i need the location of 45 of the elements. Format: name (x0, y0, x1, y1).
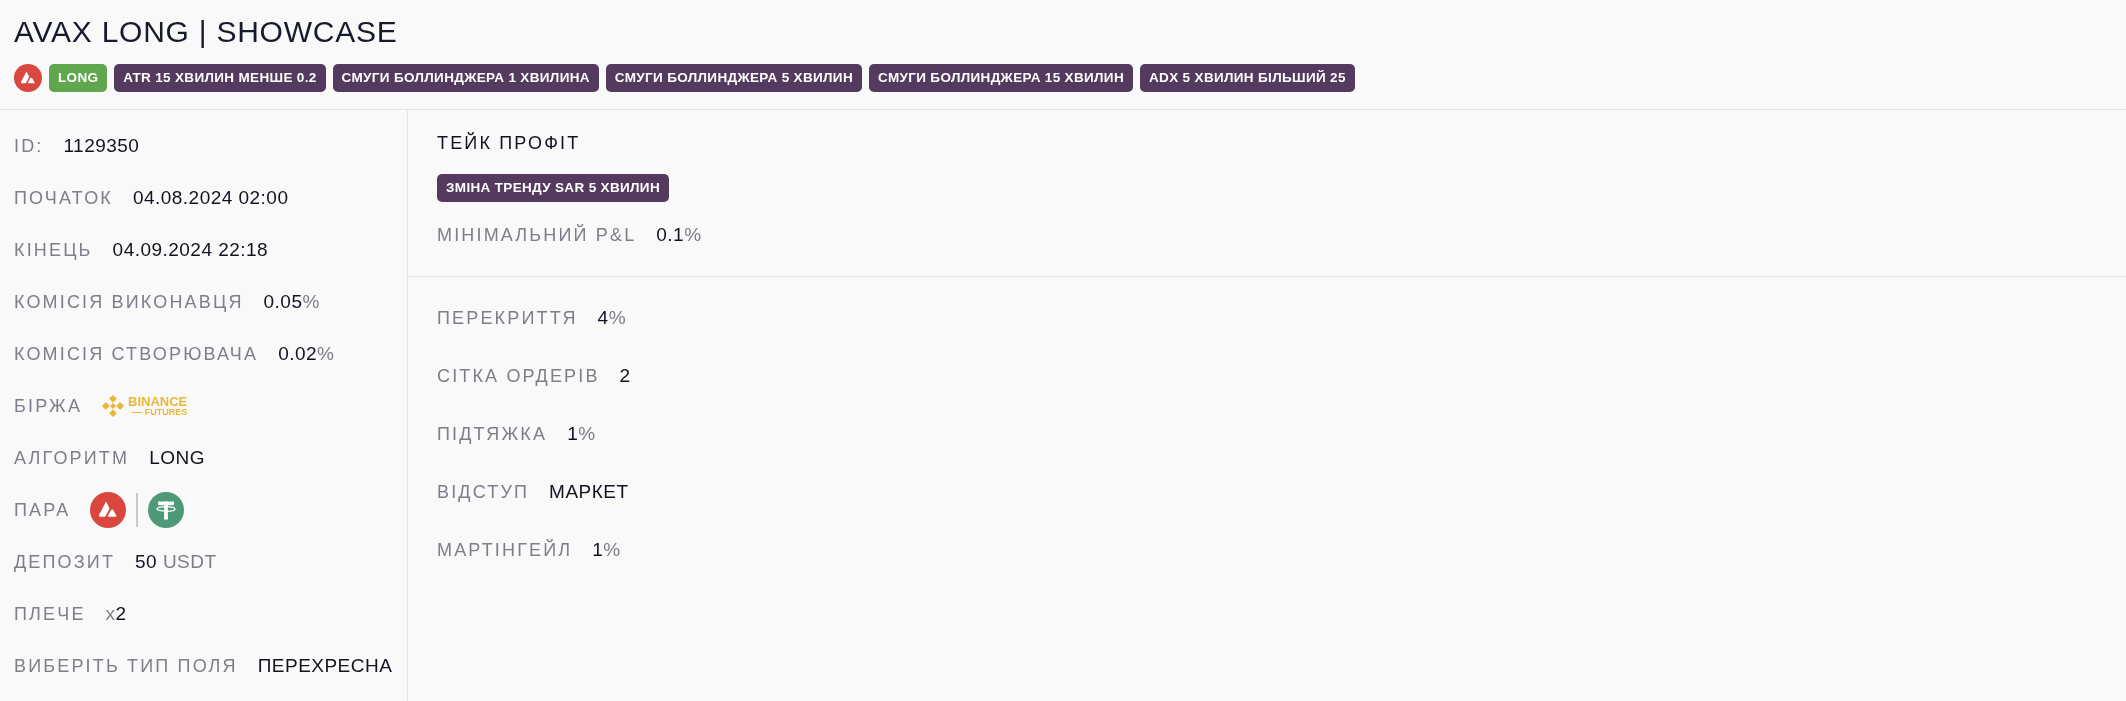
field-label: ПІДТЯЖКА (437, 422, 548, 446)
page-title: AVAX LONG | SHOWCASE (14, 14, 399, 50)
field-value: 0.02% (278, 341, 335, 366)
field-value: 04.08.2024 02:00 (132, 185, 289, 210)
avalanche-coin-icon (90, 492, 127, 528)
tether-coin-icon (148, 492, 185, 528)
exchange-logo: BINANCE FUTURES (102, 395, 188, 417)
field-value: МАРКЕТ (549, 480, 629, 504)
field-value: 04.09.2024 22:18 (112, 237, 269, 262)
field-value: 0.1% (656, 223, 702, 247)
field-label: ВИБЕРІТЬ ТИП ПОЛЯ (14, 654, 238, 678)
field-value: 1% (567, 422, 596, 446)
field-value: x2 (105, 601, 127, 626)
field-label: КІНЕЦЬ (14, 238, 93, 262)
field-label: ID: (14, 134, 44, 158)
tag: СМУГИ БОЛЛИНДЖЕРА 5 ХВИЛИН (605, 64, 862, 93)
field-value: 1% (592, 538, 621, 562)
field-label: ПЕРЕКРИТТЯ (437, 306, 578, 330)
field-label: КОМІСІЯ СТВОРЮВАЧА (14, 342, 259, 366)
field-value: 50 USDT (135, 549, 217, 574)
tag: СМУГИ БОЛЛИНДЖЕРА 1 ХВИЛИНА (332, 64, 599, 93)
field-value: LONG (149, 445, 205, 470)
tag: СМУГИ БОЛЛИНДЖЕРА 15 ХВИЛИН (869, 64, 1133, 93)
field-label: ПОЧАТОК (14, 186, 113, 210)
field-label: МАРТІНГЕЙЛ (437, 538, 573, 562)
field-label: СІТКА ОРДЕРІВ (437, 364, 600, 388)
field-label: АЛГОРИТМ (14, 446, 130, 470)
section-title: ТЕЙК ПРОФІТ (437, 131, 582, 154)
field-label: БІРЖА (14, 394, 83, 418)
field-value: 2 (619, 364, 631, 388)
field-label: ВІДСТУП (437, 480, 530, 504)
field-label: КОМІСІЯ ВИКОНАВЦЯ (14, 290, 244, 314)
field-label: ПАРА (14, 498, 71, 522)
field-value: 4% (597, 306, 626, 330)
field-label: МІНІМАЛЬНИЙ P&L (437, 223, 637, 247)
avalanche-coin-icon (14, 64, 42, 93)
field-value: 1129350 (63, 133, 140, 158)
field-label: ПЛЕЧЕ (14, 602, 86, 626)
tag: ЗМІНА ТРЕНДУ SAR 5 ХВИЛИН (437, 174, 669, 203)
tag: LONG (49, 64, 108, 93)
field-value: 0.05% (263, 289, 320, 314)
field-label: ДЕПОЗИТ (14, 550, 116, 574)
tag: ADX 5 ХВИЛИН БІЛЬШИЙ 25 (1140, 64, 1355, 93)
field-value: ПЕРЕХРЕСНА (257, 653, 393, 678)
tag: ATR 15 ХВИЛИН МЕНШЕ 0.2 (114, 64, 326, 93)
